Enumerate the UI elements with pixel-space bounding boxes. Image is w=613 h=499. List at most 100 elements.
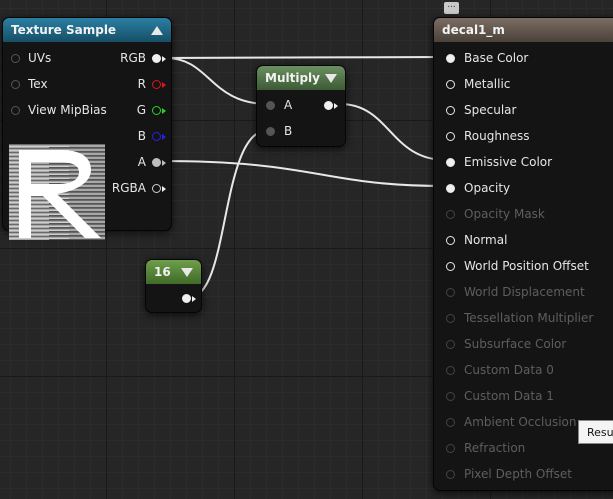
multiply-node[interactable]: Multiply A B <box>256 65 346 147</box>
output-pin-r[interactable]: R <box>137 75 166 93</box>
pin-label-b: B <box>137 129 146 143</box>
pin-circle-icon[interactable] <box>446 105 455 115</box>
pin-circle-icon[interactable] <box>266 126 275 136</box>
material-input-label: Roughness <box>464 129 530 143</box>
pin-circle-icon[interactable] <box>446 131 455 141</box>
material-input-metallic[interactable]: Metallic <box>446 75 510 93</box>
output-pin-r-icon[interactable] <box>152 79 166 89</box>
material-input-roughness[interactable]: Roughness <box>446 127 529 145</box>
pin-circle-icon[interactable] <box>446 79 455 89</box>
constant-value: 16 <box>154 265 171 279</box>
texture-sample-header[interactable]: Texture Sample <box>3 18 171 42</box>
input-pin-tex[interactable]: Tex <box>11 75 48 93</box>
pin-circle-icon[interactable] <box>11 79 20 89</box>
wire-alpha-to-opacity[interactable] <box>159 160 447 187</box>
material-input-label: World Position Offset <box>464 259 589 273</box>
comment-bubble-icon[interactable]: ... <box>444 1 459 14</box>
material-input-base-color[interactable]: Base Color <box>446 49 528 67</box>
material-input-custom-data-0[interactable]: Custom Data 0 <box>446 361 554 379</box>
texture-sample-node[interactable]: Texture Sample UVs Tex View MipBias RGB … <box>2 17 172 240</box>
pin-label-tex: Tex <box>28 77 48 91</box>
output-pin-g-icon[interactable] <box>152 105 166 115</box>
pin-circle-icon[interactable] <box>446 313 455 323</box>
material-input-label: Metallic <box>464 77 511 91</box>
output-pin-rgba-icon[interactable] <box>152 183 166 193</box>
output-pin-rgba[interactable]: RGBA <box>112 179 166 197</box>
multiply-input-b[interactable]: B <box>266 122 292 140</box>
material-input-label: Subsurface Color <box>464 337 567 351</box>
pin-label-g: G <box>136 103 146 117</box>
material-input-emissive-color[interactable]: Emissive Color <box>446 153 552 171</box>
material-input-subsurface-color[interactable]: Subsurface Color <box>446 335 566 353</box>
collapse-arrow-icon[interactable] <box>325 73 337 83</box>
material-input-label: Specular <box>464 103 517 117</box>
pin-circle-icon[interactable] <box>446 365 455 375</box>
material-input-label: Refraction <box>464 441 526 455</box>
pin-circle-icon[interactable] <box>446 391 455 401</box>
pin-circle-icon[interactable] <box>446 443 455 453</box>
pin-circle-icon[interactable] <box>446 183 455 193</box>
constant-node[interactable]: 16 <box>145 259 202 313</box>
output-pin-a[interactable]: A <box>137 153 166 171</box>
material-input-label: Emissive Color <box>464 155 553 169</box>
wire-rgb-to-multiply-a[interactable] <box>165 57 269 105</box>
constant-header[interactable]: 16 <box>146 260 201 284</box>
material-input-world-position-offset[interactable]: World Position Offset <box>446 257 589 275</box>
pin-circle-icon[interactable] <box>446 157 455 167</box>
collapse-arrow-icon[interactable] <box>151 25 163 35</box>
material-input-label: Custom Data 1 <box>464 389 554 403</box>
pin-circle-icon[interactable] <box>446 209 455 219</box>
material-input-tessellation-multiplier[interactable]: Tessellation Multiplier <box>446 309 593 327</box>
material-input-opacity[interactable]: Opacity <box>446 179 510 197</box>
material-input-pixel-depth-offset[interactable]: Pixel Depth Offset <box>446 465 572 483</box>
pin-circle-icon[interactable] <box>446 287 455 297</box>
wire-rgb-to-base-color[interactable] <box>165 56 447 59</box>
pin-circle-icon[interactable] <box>446 53 455 63</box>
material-input-specular[interactable]: Specular <box>446 101 516 119</box>
collapse-arrow-icon[interactable] <box>181 267 193 277</box>
input-pin-view-mipbias[interactable]: View MipBias <box>11 101 107 119</box>
pin-circle-icon[interactable] <box>446 261 455 271</box>
output-pin-icon[interactable] <box>324 100 338 110</box>
material-input-ambient-occlusion[interactable]: Ambient Occlusion <box>446 413 576 431</box>
multiply-output[interactable] <box>324 96 338 114</box>
multiply-header[interactable]: Multiply <box>257 66 345 90</box>
pin-circle-icon[interactable] <box>446 339 455 349</box>
material-input-refraction[interactable]: Refraction <box>446 439 525 457</box>
output-pin-a-icon[interactable] <box>152 157 166 167</box>
output-pin-b[interactable]: B <box>137 127 166 145</box>
material-input-label: Opacity Mask <box>464 207 545 221</box>
pin-circle-icon[interactable] <box>11 105 20 115</box>
output-pin-b-icon[interactable] <box>152 131 166 141</box>
multiply-input-a[interactable]: A <box>266 96 292 114</box>
pin-label-b: B <box>284 124 293 138</box>
material-input-world-displacement[interactable]: World Displacement <box>446 283 585 301</box>
material-input-label: Ambient Occlusion <box>464 415 577 429</box>
material-header[interactable]: decal1_m <box>434 18 613 42</box>
material-input-label: Normal <box>464 233 508 247</box>
output-pin-rgb[interactable]: RGB <box>120 49 166 67</box>
material-input-normal[interactable]: Normal <box>446 231 507 249</box>
pin-circle-icon[interactable] <box>446 469 455 479</box>
pin-circle-icon[interactable] <box>266 100 275 110</box>
pin-label-a: A <box>137 155 146 169</box>
material-input-label: Pixel Depth Offset <box>464 467 572 481</box>
wire-multiply-to-emissive[interactable] <box>339 103 447 161</box>
pin-circle-icon[interactable] <box>11 53 20 63</box>
material-input-custom-data-1[interactable]: Custom Data 1 <box>446 387 554 405</box>
material-input-opacity-mask[interactable]: Opacity Mask <box>446 205 545 223</box>
result-tooltip: Resu <box>578 420 613 444</box>
input-pin-uvs[interactable]: UVs <box>11 49 51 67</box>
pin-label-rgb: RGB <box>120 51 146 65</box>
pin-circle-icon[interactable] <box>446 235 455 245</box>
pin-label-r: R <box>137 77 146 91</box>
output-pin-g[interactable]: G <box>136 101 166 119</box>
material-input-label: Base Color <box>464 51 529 65</box>
output-pin-rgb-icon[interactable] <box>152 53 166 63</box>
texture-sample-title: Texture Sample <box>11 23 117 37</box>
pin-label-uvs: UVs <box>28 51 52 65</box>
output-pin-icon[interactable] <box>182 293 196 303</box>
material-title: decal1_m <box>442 23 505 37</box>
pin-circle-icon[interactable] <box>446 417 455 427</box>
constant-output[interactable] <box>182 289 196 307</box>
